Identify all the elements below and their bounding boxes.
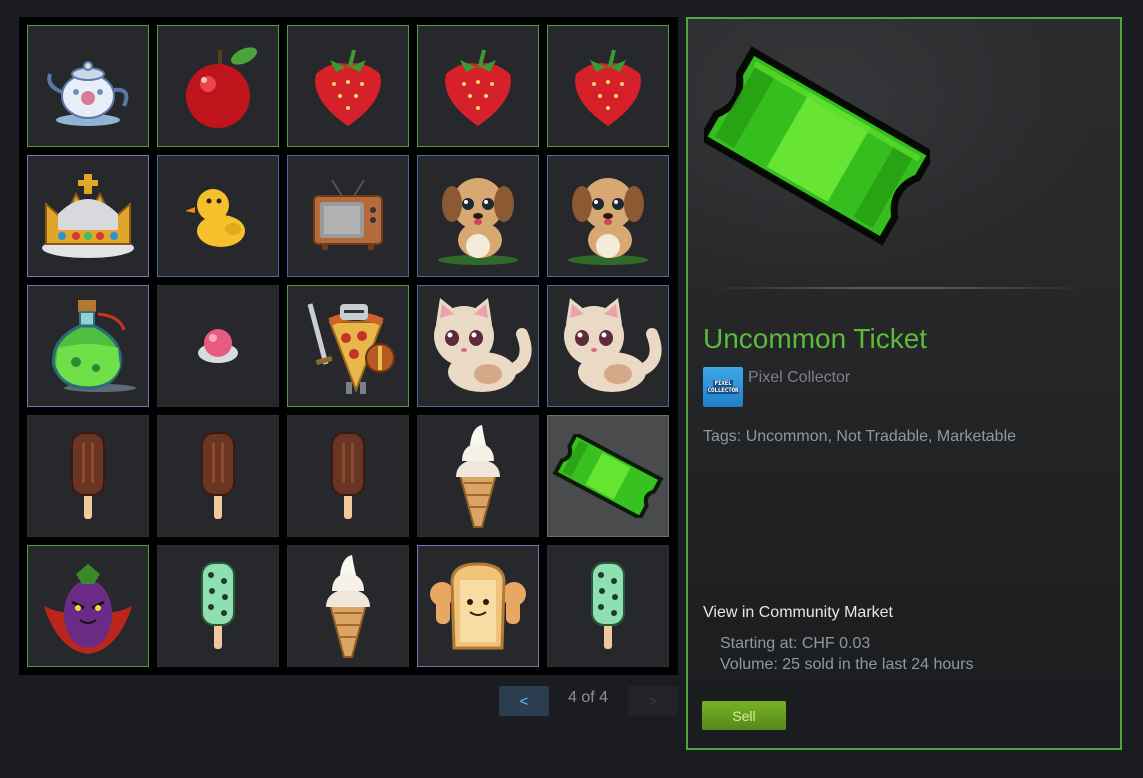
inventory-slot[interactable] [417, 545, 539, 667]
item-detail-panel: Uncommon Ticket PIXEL COLLECTOR Pixel Co… [686, 17, 1122, 750]
inventory-slot[interactable] [417, 415, 539, 537]
buff-toast-icon [430, 562, 526, 650]
sell-button[interactable]: Sell [702, 701, 786, 730]
game-logo-text: PIXEL [713, 380, 733, 387]
next-page-button[interactable]: > [628, 686, 678, 716]
inventory-slot[interactable] [287, 545, 409, 667]
ice-cream-scoop-icon [198, 329, 238, 363]
puppy-icon [568, 178, 648, 265]
teapot-icon [47, 61, 129, 126]
inventory-slot[interactable] [287, 155, 409, 277]
page-indicator: 4 of 4 [567, 689, 609, 706]
popsicle-mint-icon [591, 562, 625, 649]
inventory-slot[interactable] [157, 545, 279, 667]
soft-serve-cone-icon [326, 555, 370, 658]
inventory-slot[interactable] [27, 415, 149, 537]
tv-icon [313, 179, 383, 250]
duck-icon [185, 189, 245, 247]
inventory-slot[interactable] [287, 285, 409, 407]
inventory-page: < 4 of 4 > Uncommon Ticket PIXEL COLLECT… [0, 0, 1143, 778]
popsicle-chocolate-icon [71, 432, 105, 519]
inventory-slot[interactable] [157, 415, 279, 537]
inventory-slot[interactable] [157, 155, 279, 277]
inventory-slot[interactable] [27, 285, 149, 407]
game-name: Pixel Collector [748, 369, 851, 386]
popsicle-chocolate-icon [201, 432, 235, 519]
item-tags: Tags: Uncommon, Not Tradable, Marketable [703, 428, 1017, 445]
popsicle-mint-icon [201, 562, 235, 649]
potion-icon [52, 300, 136, 392]
inventory-slot[interactable] [27, 25, 149, 147]
ticket-icon [552, 434, 664, 518]
inventory-slot[interactable] [547, 545, 669, 667]
inventory-slot[interactable] [547, 285, 669, 407]
inventory-slot-selected[interactable] [547, 415, 669, 537]
pizza-knight-icon [307, 303, 395, 394]
market-starting-price: Starting at: CHF 0.03 [720, 635, 871, 652]
market-volume: Volume: 25 sold in the last 24 hours [720, 656, 974, 673]
previous-page-button[interactable]: < [499, 686, 549, 716]
eggplant-vampire-icon [44, 564, 132, 654]
inventory-slot[interactable] [287, 25, 409, 147]
kitten-icon [564, 298, 662, 392]
inventory-slot[interactable] [157, 285, 279, 407]
strawberry-icon [575, 49, 641, 126]
panel-divider [708, 287, 1088, 289]
item-name: Uncommon Ticket [703, 323, 928, 354]
inventory-slot[interactable] [547, 25, 669, 147]
strawberry-icon [445, 49, 511, 126]
popsicle-chocolate-icon [331, 432, 365, 519]
inventory-slot[interactable] [547, 155, 669, 277]
inventory-grid [19, 17, 678, 675]
inventory-slot[interactable] [287, 415, 409, 537]
inventory-slot[interactable] [417, 25, 539, 147]
inventory-slot[interactable] [157, 25, 279, 147]
game-logo-text: COLLECTOR [706, 387, 740, 394]
kitten-icon [434, 298, 532, 392]
inventory-slot[interactable] [27, 545, 149, 667]
inventory-slot[interactable] [27, 155, 149, 277]
inventory-slot[interactable] [417, 155, 539, 277]
inventory-slot[interactable] [417, 285, 539, 407]
community-market-link[interactable]: View in Community Market [703, 604, 893, 622]
soft-serve-cone-icon [456, 425, 500, 528]
puppy-icon [438, 178, 518, 265]
crown-icon [42, 174, 134, 258]
strawberry-icon [315, 49, 381, 126]
game-logo-icon[interactable]: PIXEL COLLECTOR [703, 367, 743, 407]
ticket-icon [704, 46, 930, 246]
apple-icon [186, 47, 258, 128]
